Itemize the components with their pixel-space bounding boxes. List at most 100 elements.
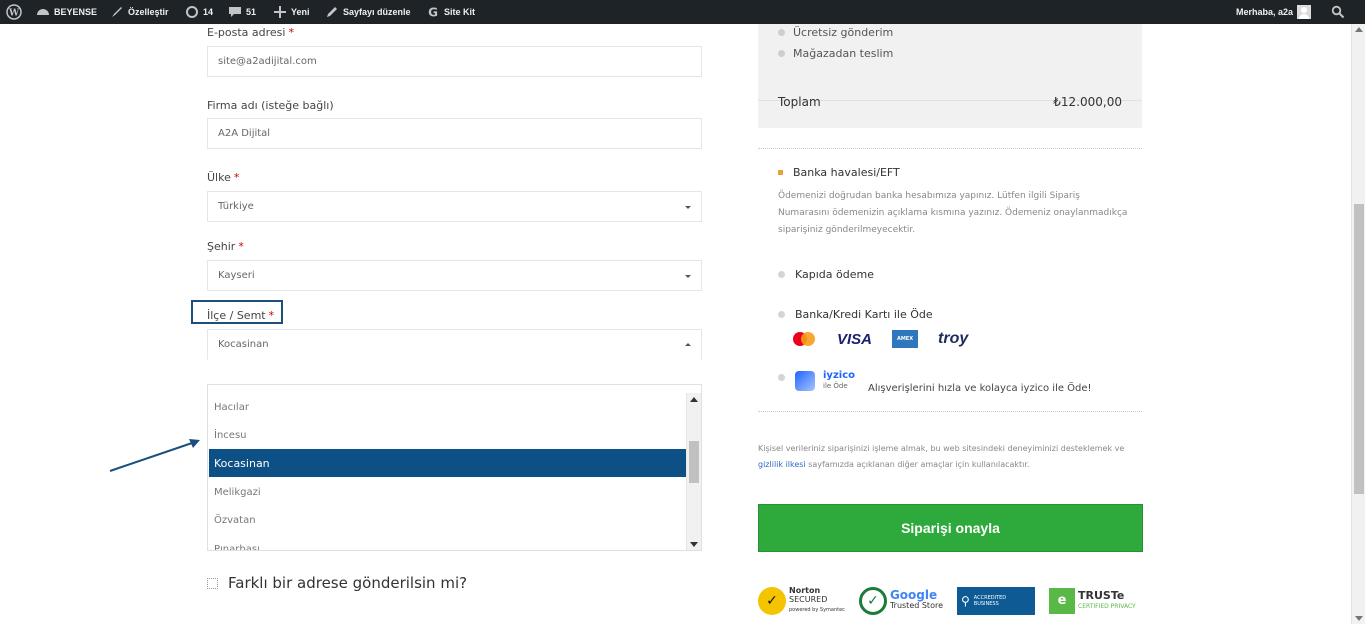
norton-line3: powered by Symantec xyxy=(789,607,845,613)
trust-badges: ✓ Norton SECURED powered by Symantec ✓ G… xyxy=(758,586,1136,615)
pencil-icon xyxy=(327,7,337,17)
checkmark-icon: ✓ xyxy=(758,586,786,615)
checkmark-icon: ✓ xyxy=(858,586,887,615)
total-label: Toplam xyxy=(778,95,821,109)
ship-different-checkbox[interactable] xyxy=(207,577,218,589)
chevron-up-icon xyxy=(685,343,691,346)
dropdown-scrollbar[interactable] xyxy=(686,393,701,550)
page-scrollbar[interactable] xyxy=(1351,24,1365,624)
country-label-text: Ülke xyxy=(207,171,231,184)
dropdown-option[interactable]: Hacılar xyxy=(209,393,686,421)
google-trusted-badge: ✓ Google Trusted Store xyxy=(858,586,943,615)
annotation-arrow-icon xyxy=(109,439,200,472)
radio-icon xyxy=(778,271,785,278)
ship-different-label: Farklı bir adrese gönderilsin mi? xyxy=(228,574,468,592)
radio-selected-icon xyxy=(778,170,783,175)
company-value: A2A Dijital xyxy=(218,128,271,139)
comments-count: 51 xyxy=(246,7,257,17)
district-select[interactable]: Kocasinan xyxy=(207,329,702,360)
dropdown-option[interactable]: Pınarbaşı xyxy=(209,535,686,551)
country-label: Ülke * xyxy=(207,171,239,184)
bbb-torch-icon: ⚲ xyxy=(961,593,970,608)
company-field[interactable]: A2A Dijital xyxy=(207,118,702,149)
required-mark: * xyxy=(268,309,275,322)
iyzico-icon xyxy=(795,371,815,391)
privacy-text-after: sayfamızda açıklanan diğer amaçlar için … xyxy=(805,460,1030,469)
amex-icon: AMEX xyxy=(892,330,919,348)
confirm-order-button[interactable]: Siparişi onayla xyxy=(758,504,1143,552)
new-content-button[interactable]: Yeni xyxy=(273,0,310,24)
dropdown-option-selected[interactable]: Kocasinan xyxy=(209,449,686,477)
privacy-text-before: Kişisel verileriniz siparişinizi işleme … xyxy=(758,444,1125,453)
iyzico-description: Alışverişlerini hızla ve kolayca iyzico … xyxy=(868,383,1092,394)
dropdown-option[interactable]: Özvatan xyxy=(209,506,686,534)
bank-transfer-label: Banka havalesi/EFT xyxy=(793,166,900,179)
radio-icon xyxy=(778,374,785,381)
scroll-down-arrow-icon[interactable] xyxy=(690,542,698,547)
comments-button[interactable]: 51 xyxy=(228,0,256,24)
new-label: Yeni xyxy=(291,7,310,17)
email-label-text: E-posta adresi xyxy=(207,26,286,39)
payment-option-iyzico-radio[interactable] xyxy=(778,374,785,381)
bbb-line2: BUSINESS xyxy=(973,600,999,607)
truste-badge: e TRUSTe CERTIFIED PRIVACY xyxy=(1049,587,1136,614)
card-payment-label: Banka/Kredi Kartı ile Öde xyxy=(795,308,933,321)
admin-search-button[interactable] xyxy=(1331,0,1345,24)
site-kit-button[interactable]: G Site Kit xyxy=(426,0,475,24)
iyzico-sub: ile Öde xyxy=(823,382,848,390)
dropdown-option[interactable]: Melikgazi xyxy=(209,478,686,506)
shipping-option-free[interactable]: Ücretsiz gönderim xyxy=(778,26,893,39)
scroll-up-arrow-icon[interactable] xyxy=(690,397,698,402)
updates-button[interactable]: 14 xyxy=(185,0,213,24)
account-menu[interactable]: Merhaba, a2a xyxy=(1236,0,1312,24)
email-field[interactable]: site@a2adijital.com xyxy=(207,46,702,77)
customize-button[interactable]: Özelleştir xyxy=(110,0,169,24)
troy-logo: troy xyxy=(938,330,969,347)
avatar xyxy=(1297,5,1312,19)
card-logos: VISA AMEX troy xyxy=(791,330,968,348)
scroll-thumb[interactable] xyxy=(1354,204,1364,494)
chevron-down-icon xyxy=(685,206,691,209)
chevron-down-icon xyxy=(685,275,691,278)
radio-icon xyxy=(778,50,785,57)
wordpress-icon: W xyxy=(6,4,22,20)
city-select[interactable]: Kayseri xyxy=(207,260,702,291)
edit-page-button[interactable]: Sayfayı düzenle xyxy=(325,0,411,24)
scroll-down-arrow-icon[interactable] xyxy=(1355,616,1363,621)
dropdown-option[interactable]: İncesu xyxy=(209,421,686,449)
wordpress-logo-button[interactable]: W xyxy=(6,0,22,24)
site-name-button[interactable]: BEYENSE xyxy=(36,0,97,24)
cash-on-delivery-label: Kapıda ödeme xyxy=(795,268,874,281)
bbb-text: ACCREDITED BUSINESS xyxy=(974,595,1006,607)
scroll-up-arrow-icon[interactable] xyxy=(1355,27,1363,32)
iyzico-text: iyzico ile Öde xyxy=(823,371,855,391)
privacy-policy-link[interactable]: gizlilik ilkesi xyxy=(758,460,806,469)
greeting-label: Merhaba, a2a xyxy=(1236,7,1294,17)
brush-icon xyxy=(112,7,122,17)
city-value: Kayseri xyxy=(218,270,255,281)
district-value: Kocasinan xyxy=(218,339,269,350)
plus-icon xyxy=(274,6,286,18)
admin-bar: W BEYENSE Özelleştir 14 51 Yeni Sayfayı … xyxy=(0,0,1365,24)
payment-option-cash-on-delivery[interactable]: Kapıda ödeme xyxy=(778,268,874,281)
updates-count: 14 xyxy=(203,7,214,17)
bbb-badge: ⚲ ACCREDITED BUSINESS xyxy=(957,586,1035,615)
dropdown-search-field[interactable] xyxy=(208,385,701,393)
payment-option-card[interactable]: Banka/Kredi Kartı ile Öde xyxy=(778,308,933,321)
edit-page-label: Sayfayı düzenle xyxy=(343,7,411,17)
district-label-text: İlçe / Semt xyxy=(207,309,266,322)
bank-transfer-description: Ödemenizi doğrudan banka hesabımıza yapı… xyxy=(778,191,1128,235)
google-line2: Trusted Store xyxy=(889,601,943,610)
truste-text: TRUSTe CERTIFIED PRIVACY xyxy=(1078,590,1136,611)
customize-label: Özelleştir xyxy=(128,7,169,17)
scroll-thumb[interactable] xyxy=(689,441,699,483)
payment-option-bank-transfer[interactable]: Banka havalesi/EFT xyxy=(778,166,900,179)
district-label: İlçe / Semt * xyxy=(207,309,274,322)
shipping-option-pickup[interactable]: Mağazadan teslim xyxy=(778,47,893,60)
ship-different-address[interactable]: Farklı bir adrese gönderilsin mi? xyxy=(207,574,467,592)
site-name-label: BEYENSE xyxy=(54,7,98,17)
visa-logo: VISA xyxy=(837,330,873,348)
country-select[interactable]: Türkiye xyxy=(207,191,702,222)
email-value: site@a2adijital.com xyxy=(218,56,317,67)
google-g-icon: G xyxy=(428,6,438,20)
